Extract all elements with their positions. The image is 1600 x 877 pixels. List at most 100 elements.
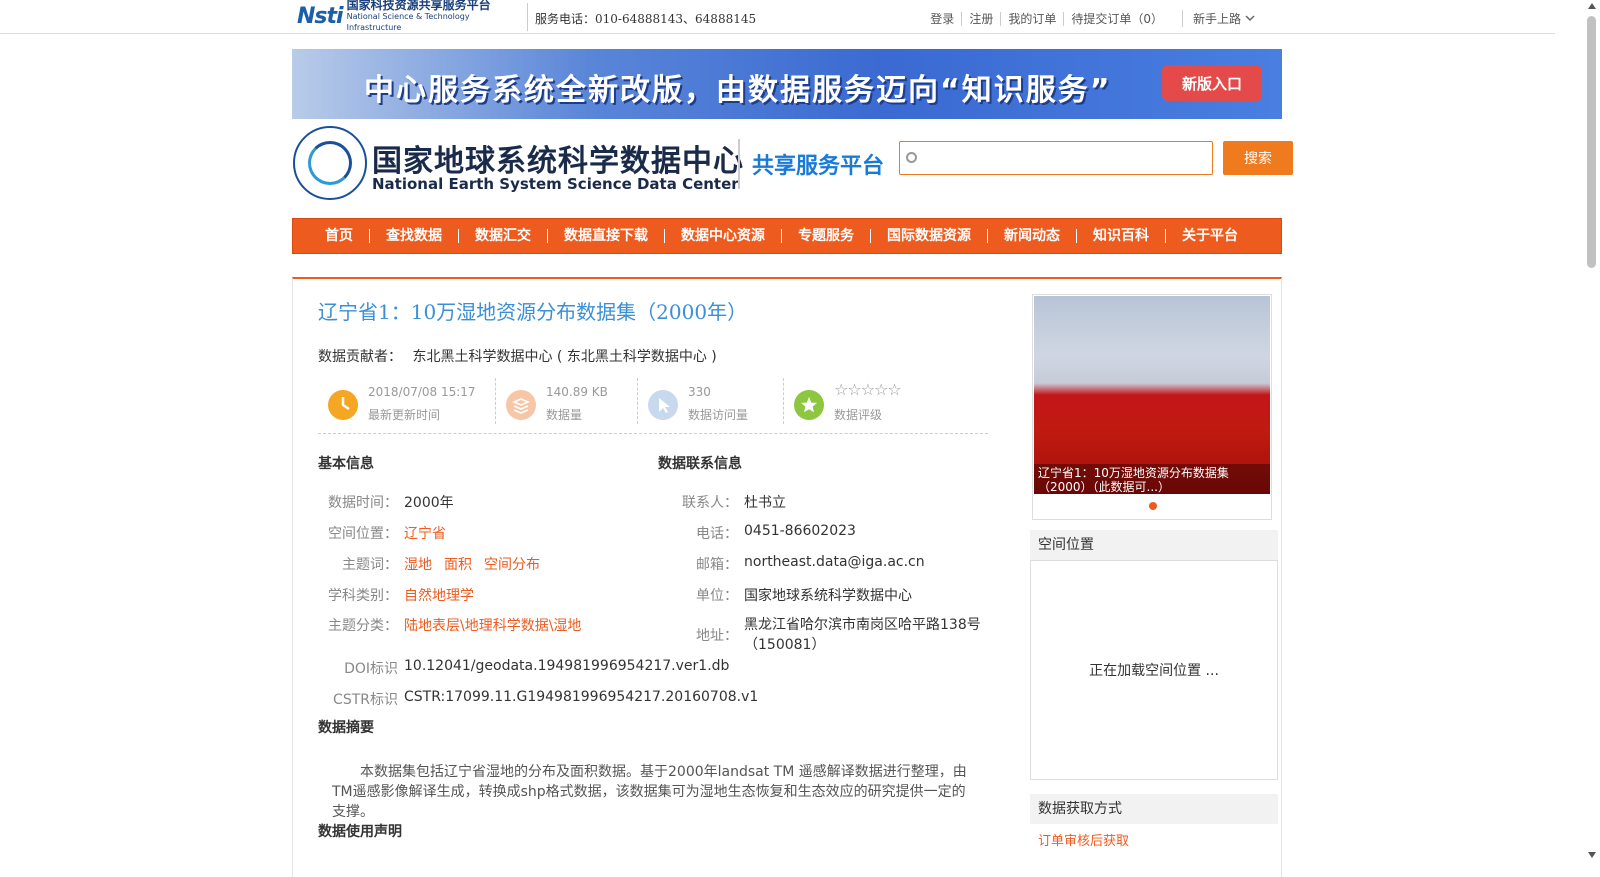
nsti-logo[interactable]: Nsti 国家科技资源共享服务平台 National Science & Tec… <box>297 0 522 32</box>
spatial-heading: 空间位置 <box>1030 530 1278 560</box>
platform-title: 共享服务平台 <box>752 154 885 179</box>
contributor: 数据贡献者： 东北黑土科学数据中心 ( 东北黑土科学数据中心 ) <box>318 346 717 366</box>
stat-updated: 2018/07/08 15:17 最新更新时间 <box>318 378 496 424</box>
contact-person-value: 杜书立 <box>744 495 786 511</box>
basic-info-heading: 基本信息 <box>318 456 374 472</box>
keywords-label: 主题词： <box>342 557 398 573</box>
contact-person-label: 联系人： <box>682 495 738 511</box>
promo-banner[interactable]: 中心服务系统全新改版，由数据服务迈向“知识服务” 新版入口 <box>292 49 1282 119</box>
stat-visits: 330 数据访问量 <box>638 378 784 424</box>
rating-stars[interactable]: ☆☆☆☆☆ <box>834 380 902 399</box>
guide-dropdown[interactable]: 新手上路 <box>1181 10 1255 27</box>
contact-address-row: 地址： 黑龙江省哈尔滨市南岗区哈平路138号（150081） <box>658 615 989 655</box>
contact-phone-value: 0451-86602023 <box>744 523 856 539</box>
header-divider <box>738 139 740 189</box>
usage-heading: 数据使用声明 <box>318 824 402 840</box>
nav-knowledge[interactable]: 知识百科 <box>1077 229 1166 243</box>
contact-email-row: 邮箱： northeast.data@iga.ac.cn <box>658 554 925 574</box>
nav-direct-download[interactable]: 数据直接下载 <box>548 229 665 243</box>
keywords-list: 湿地 面积 空间分布 <box>404 554 552 574</box>
chevron-down-icon <box>1245 15 1255 22</box>
contact-email-label: 邮箱： <box>696 557 738 573</box>
location-label: 空间位置： <box>328 526 398 542</box>
keyword-link[interactable]: 湿地 <box>404 557 432 573</box>
location-link[interactable]: 辽宁省 <box>404 523 446 543</box>
stat-rating-label: 数据评级 <box>834 408 883 422</box>
doi-label: DOI标识 <box>344 661 398 677</box>
keyword-link[interactable]: 面积 <box>444 557 472 573</box>
clock-icon <box>328 390 358 420</box>
stat-rating: ☆☆☆☆☆ 数据评级 <box>784 378 984 424</box>
stat-visits-label: 数据访问量 <box>688 408 749 422</box>
contact-email-value: northeast.data@iga.ac.cn <box>744 554 925 570</box>
search-input[interactable] <box>924 146 1204 170</box>
topbar-divider <box>527 3 528 31</box>
site-header: 国家地球系统科学数据中心 National Earth System Scien… <box>292 124 1293 204</box>
data-time-row: 数据时间： 2000年 <box>318 492 454 512</box>
category-label: 主题分类： <box>328 618 398 634</box>
nav-topic-services[interactable]: 专题服务 <box>782 229 871 243</box>
discipline-label: 学科类别： <box>328 588 398 604</box>
spatial-map[interactable]: 正在加载空间位置 ... <box>1030 560 1278 780</box>
search-button[interactable]: 搜索 <box>1223 141 1293 175</box>
abstract-text: 本数据集包括辽宁省湿地的分布及面积数据。基于2000年landsat TM 遥感… <box>332 764 967 820</box>
service-phone: 服务电话：010-64888143、64888145 <box>535 12 757 26</box>
contact-phone-row: 电话： 0451-86602023 <box>658 523 856 543</box>
dataset-title: 辽宁省1：10万湿地资源分布数据集（2000年） <box>318 300 748 324</box>
scrollbar-thumb[interactable] <box>1587 16 1596 268</box>
contact-org-row: 单位： 国家地球系统科学数据中心 <box>658 585 912 605</box>
main-nav: 首页 查找数据 数据汇交 数据直接下载 数据中心资源 专题服务 国际数据资源 新… <box>292 218 1282 254</box>
location-row: 空间位置： 辽宁省 <box>318 523 446 543</box>
data-center-emblem-icon[interactable] <box>293 126 367 200</box>
pending-orders-link[interactable]: 待提交订单（0） <box>1064 12 1170 26</box>
keyword-link[interactable]: 空间分布 <box>484 557 540 573</box>
top-bar: Nsti 国家科技资源共享服务平台 National Science & Tec… <box>0 0 1555 34</box>
nav-find-data[interactable]: 查找数据 <box>370 229 459 243</box>
access-method-link[interactable]: 订单审核后获取 <box>1038 830 1129 849</box>
site-title-en: National Earth System Science Data Cente… <box>372 175 739 193</box>
nav-home[interactable]: 首页 <box>309 229 370 243</box>
category-link[interactable]: 陆地表层\地理科学数据\湿地 <box>404 615 581 635</box>
dataset-stats: 2018/07/08 15:17 最新更新时间 140.89 KB 数据量 33… <box>318 378 988 434</box>
nav-center-resources[interactable]: 数据中心资源 <box>665 229 782 243</box>
my-orders-link[interactable]: 我的订单 <box>1001 11 1065 26</box>
search-icon <box>906 152 917 163</box>
stat-visits-value: 330 <box>688 385 711 399</box>
scroll-down-icon[interactable] <box>1588 852 1596 858</box>
access-heading: 数据获取方式 <box>1030 794 1278 824</box>
doi-value: 10.12041/geodata.194981996954217.ver1.db <box>404 658 730 674</box>
stat-size: 140.89 KB 数据量 <box>496 378 638 424</box>
data-time-label: 数据时间： <box>328 495 398 511</box>
register-link[interactable]: 注册 <box>962 11 1002 26</box>
discipline-link[interactable]: 自然地理学 <box>404 585 474 605</box>
dataset-photo: 辽宁省1：10万湿地资源分布数据集（2000）（此数据可...） <box>1034 296 1270 494</box>
nsti-logo-cn: 国家科技资源共享服务平台 <box>346 0 491 12</box>
layers-icon <box>506 390 536 420</box>
scroll-up-icon[interactable] <box>1588 3 1596 9</box>
discipline-row: 学科类别： 自然地理学 <box>318 585 474 605</box>
cstr-value: CSTR:17099.11.G194981996954217.20160708.… <box>404 689 759 705</box>
map-loading-text: 正在加载空间位置 ... <box>1089 663 1219 679</box>
contributor-value: 东北黑土科学数据中心 ( 东北黑土科学数据中心 ) <box>412 349 717 365</box>
dataset-photo-carousel[interactable]: 辽宁省1：10万湿地资源分布数据集（2000）（此数据可...） <box>1032 294 1272 520</box>
carousel-dot[interactable] <box>1149 502 1157 510</box>
stat-updated-label: 最新更新时间 <box>368 408 441 422</box>
page-scrollbar[interactable] <box>1583 0 1600 861</box>
nav-about[interactable]: 关于平台 <box>1166 229 1254 243</box>
nav-news[interactable]: 新闻动态 <box>988 229 1077 243</box>
new-version-button[interactable]: 新版入口 <box>1162 65 1262 101</box>
contact-heading: 数据联系信息 <box>658 456 742 472</box>
photo-caption: 辽宁省1：10万湿地资源分布数据集（2000）（此数据可...） <box>1034 464 1270 494</box>
nav-international-resources[interactable]: 国际数据资源 <box>871 229 988 243</box>
contact-org-label: 单位： <box>696 588 738 604</box>
cstr-row: CSTR标识 CSTR:17099.11.G194981996954217.20… <box>318 689 758 709</box>
doi-row: DOI标识 10.12041/geodata.194981996954217.v… <box>318 658 729 678</box>
abstract-heading: 数据摘要 <box>318 720 374 736</box>
cursor-icon <box>648 390 678 420</box>
nav-data-submission[interactable]: 数据汇交 <box>459 229 548 243</box>
contributor-label: 数据贡献者： <box>318 349 402 365</box>
login-link[interactable]: 登录 <box>923 11 963 26</box>
contact-org-value: 国家地球系统科学数据中心 <box>744 588 912 604</box>
star-badge-icon <box>794 390 824 420</box>
stat-size-value: 140.89 KB <box>546 385 608 399</box>
